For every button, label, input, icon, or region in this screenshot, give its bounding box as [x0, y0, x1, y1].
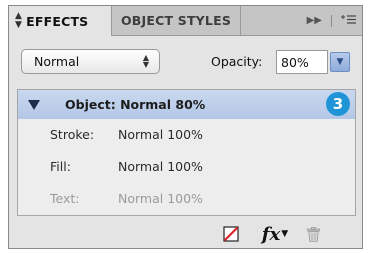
- tab-effects-label: EFFECTS: [26, 13, 89, 29]
- clear-effects-icon[interactable]: [222, 223, 240, 245]
- opacity-input[interactable]: 80%: [276, 50, 328, 74]
- attribute-value: Normal 100%: [118, 127, 203, 142]
- step-badge: 3: [326, 92, 350, 116]
- attribute-label: Text:: [50, 191, 80, 206]
- effects-list: Object: Normal 80% 3 Stroke: Normal 100%…: [17, 89, 356, 216]
- select-arrows-icon: ▲ ▼: [142, 53, 149, 69]
- effects-panel: ▲ ▼ EFFECTS OBJECT STYLES ▶▶ Normal ▲ ▼ Op…: [8, 5, 363, 249]
- collapse-arrows-icon[interactable]: ▲ ▼: [15, 12, 22, 30]
- fx-icon[interactable]: fx ▼: [261, 223, 289, 245]
- list-item-stroke[interactable]: Stroke: Normal 100%: [18, 120, 355, 149]
- attribute-value: Normal 100%: [118, 191, 203, 206]
- double-arrow-icon[interactable]: ▶▶: [307, 15, 322, 26]
- attribute-value: Normal 100%: [118, 159, 203, 174]
- attribute-label: Stroke:: [50, 127, 95, 142]
- list-item-fill[interactable]: Fill: Normal 100%: [18, 152, 355, 181]
- opacity-label: Opacity:: [211, 54, 263, 69]
- tab-object-styles[interactable]: OBJECT STYLES: [112, 6, 241, 35]
- tab-effects[interactable]: ▲ ▼ EFFECTS: [9, 6, 112, 36]
- object-row-label: Object: Normal 80%: [65, 97, 206, 112]
- trash-icon[interactable]: [305, 223, 321, 245]
- blend-mode-select[interactable]: Normal ▲ ▼: [21, 49, 160, 74]
- tab-bar-icons: ▶▶: [307, 6, 356, 35]
- disclosure-triangle-icon[interactable]: [28, 100, 40, 110]
- fx-label: fx: [261, 223, 281, 245]
- list-item-object[interactable]: Object: Normal 80% 3: [18, 90, 355, 119]
- opacity-slider-button[interactable]: ▼: [330, 52, 350, 72]
- panel-tab-bar: ▲ ▼ EFFECTS OBJECT STYLES ▶▶: [9, 6, 362, 36]
- blend-mode-value: Normal: [34, 54, 80, 69]
- tab-bar-divider: [331, 14, 332, 27]
- tab-object-styles-label: OBJECT STYLES: [120, 13, 232, 28]
- chevron-down-icon: ▼: [336, 57, 344, 67]
- panel-menu-icon[interactable]: [341, 14, 356, 28]
- attribute-label: Fill:: [50, 159, 71, 174]
- panel-bottom-toolbar: fx ▼: [9, 220, 362, 248]
- list-item-text[interactable]: Text: Normal 100%: [18, 184, 355, 213]
